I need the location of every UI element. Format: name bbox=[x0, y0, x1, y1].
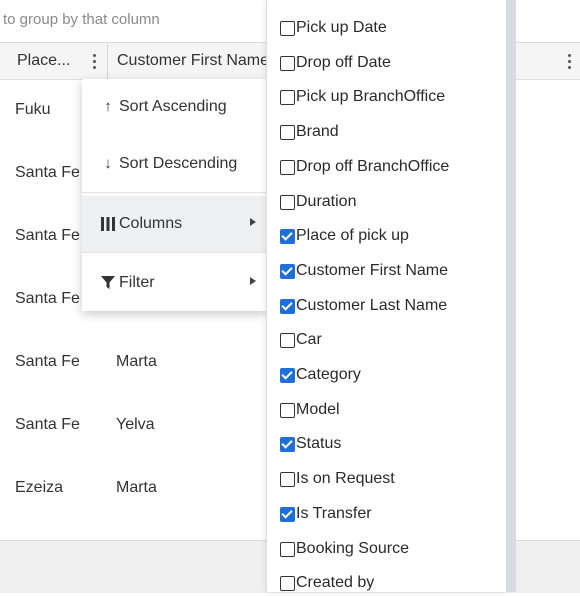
checkbox-unchecked-icon[interactable] bbox=[280, 333, 295, 349]
columns-menu-item[interactable]: Columns bbox=[82, 196, 268, 252]
checkbox-checked-icon[interactable] bbox=[280, 263, 295, 279]
columns-visibility-panel: Pick up Date Drop off Date Pick up BranchO… bbox=[266, 0, 507, 592]
place-cell: Ezeiza bbox=[15, 479, 64, 496]
arrow-up-icon: ↑ bbox=[104, 98, 112, 115]
arrow-down-icon: ↓ bbox=[104, 155, 112, 172]
checkbox-unchecked-icon[interactable] bbox=[280, 402, 295, 418]
customer-first-name-cell: Yelva bbox=[116, 416, 155, 433]
column-toggle-label: Customer Last Name bbox=[296, 296, 448, 314]
place-cell: Santa Fe bbox=[15, 353, 80, 370]
checkbox-unchecked-icon[interactable] bbox=[280, 125, 295, 141]
column-header-place[interactable]: Place... bbox=[17, 43, 77, 79]
column-toggle-label: Brand bbox=[296, 123, 339, 141]
column-toggle-label: Created by bbox=[296, 574, 375, 592]
submenu-arrow-icon bbox=[250, 277, 256, 285]
checkbox-checked-icon[interactable] bbox=[280, 298, 295, 314]
place-cell: Fuku bbox=[15, 101, 51, 118]
place-cell: Santa Fe bbox=[15, 227, 80, 244]
column-menu-icon[interactable] bbox=[558, 43, 580, 79]
column-toggle-label: Drop off BranchOffice bbox=[296, 157, 450, 175]
checkbox-unchecked-icon[interactable] bbox=[280, 194, 295, 210]
checkbox-unchecked-icon[interactable] bbox=[280, 576, 295, 592]
column-header-customer-first-name[interactable]: Customer First Name bbox=[117, 43, 267, 79]
columns-label: Columns bbox=[119, 215, 183, 232]
customer-first-name-cell: Marta bbox=[116, 479, 157, 496]
column-separator[interactable] bbox=[107, 43, 108, 79]
sort-descending-menu-item[interactable]: ↓ Sort Descending bbox=[82, 136, 268, 192]
column-toggle-label: Model bbox=[296, 400, 340, 418]
column-toggle-label: Pick up Date bbox=[296, 19, 387, 36]
column-toggle-label: Status bbox=[296, 435, 342, 453]
scrollbar[interactable] bbox=[506, 0, 516, 592]
column-toggle-label: Is on Request bbox=[296, 470, 395, 488]
checkbox-unchecked-icon[interactable] bbox=[280, 21, 295, 36]
filter-icon bbox=[100, 273, 116, 293]
column-toggle-label: Booking Source bbox=[296, 539, 409, 557]
place-cell: Santa Fe bbox=[15, 164, 80, 181]
column-context-menu: ↑ Sort Ascending ↓ Sort Descending Colum… bbox=[82, 79, 268, 311]
place-cell: Santa Fe bbox=[15, 290, 80, 307]
column-toggle-label: Category bbox=[296, 366, 361, 383]
filter-label: Filter bbox=[119, 274, 155, 291]
column-toggle-label: Customer First Name bbox=[296, 261, 449, 279]
menu-divider bbox=[82, 192, 268, 193]
column-toggle-label: Pick up BranchOffice bbox=[296, 88, 446, 106]
checkbox-unchecked-icon[interactable] bbox=[280, 159, 295, 175]
checkbox-unchecked-icon[interactable] bbox=[280, 472, 295, 488]
checkbox-checked-icon[interactable] bbox=[280, 506, 295, 522]
customer-first-name-cell: Marta bbox=[116, 353, 157, 370]
column-toggle-label: Place of pick up bbox=[296, 227, 409, 245]
sort-ascending-label: Sort Ascending bbox=[119, 98, 227, 115]
place-cell: Santa Fe bbox=[15, 416, 80, 433]
checkbox-unchecked-icon[interactable] bbox=[280, 90, 295, 106]
checkbox-checked-icon[interactable] bbox=[280, 437, 295, 453]
checkbox-checked-icon[interactable] bbox=[280, 229, 295, 245]
column-toggle-label: Car bbox=[296, 331, 322, 349]
menu-divider bbox=[82, 252, 268, 253]
sort-ascending-menu-item[interactable]: ↑ Sort Ascending bbox=[82, 79, 268, 135]
columns-icon bbox=[100, 214, 116, 234]
column-toggle-label: Drop off Date bbox=[296, 53, 391, 71]
column-menu-icon[interactable] bbox=[83, 43, 105, 79]
sort-descending-label: Sort Descending bbox=[119, 155, 238, 172]
filter-menu-item[interactable]: Filter bbox=[82, 255, 268, 311]
column-toggle-label: Is Transfer bbox=[296, 504, 372, 522]
group-by-hint-text: to group by that column bbox=[3, 11, 160, 28]
checkbox-unchecked-icon[interactable] bbox=[280, 541, 295, 557]
submenu-arrow-icon bbox=[250, 218, 256, 226]
column-toggle-label: Duration bbox=[296, 192, 357, 210]
checkbox-unchecked-icon[interactable] bbox=[280, 55, 295, 71]
checkbox-checked-icon[interactable] bbox=[280, 368, 295, 383]
